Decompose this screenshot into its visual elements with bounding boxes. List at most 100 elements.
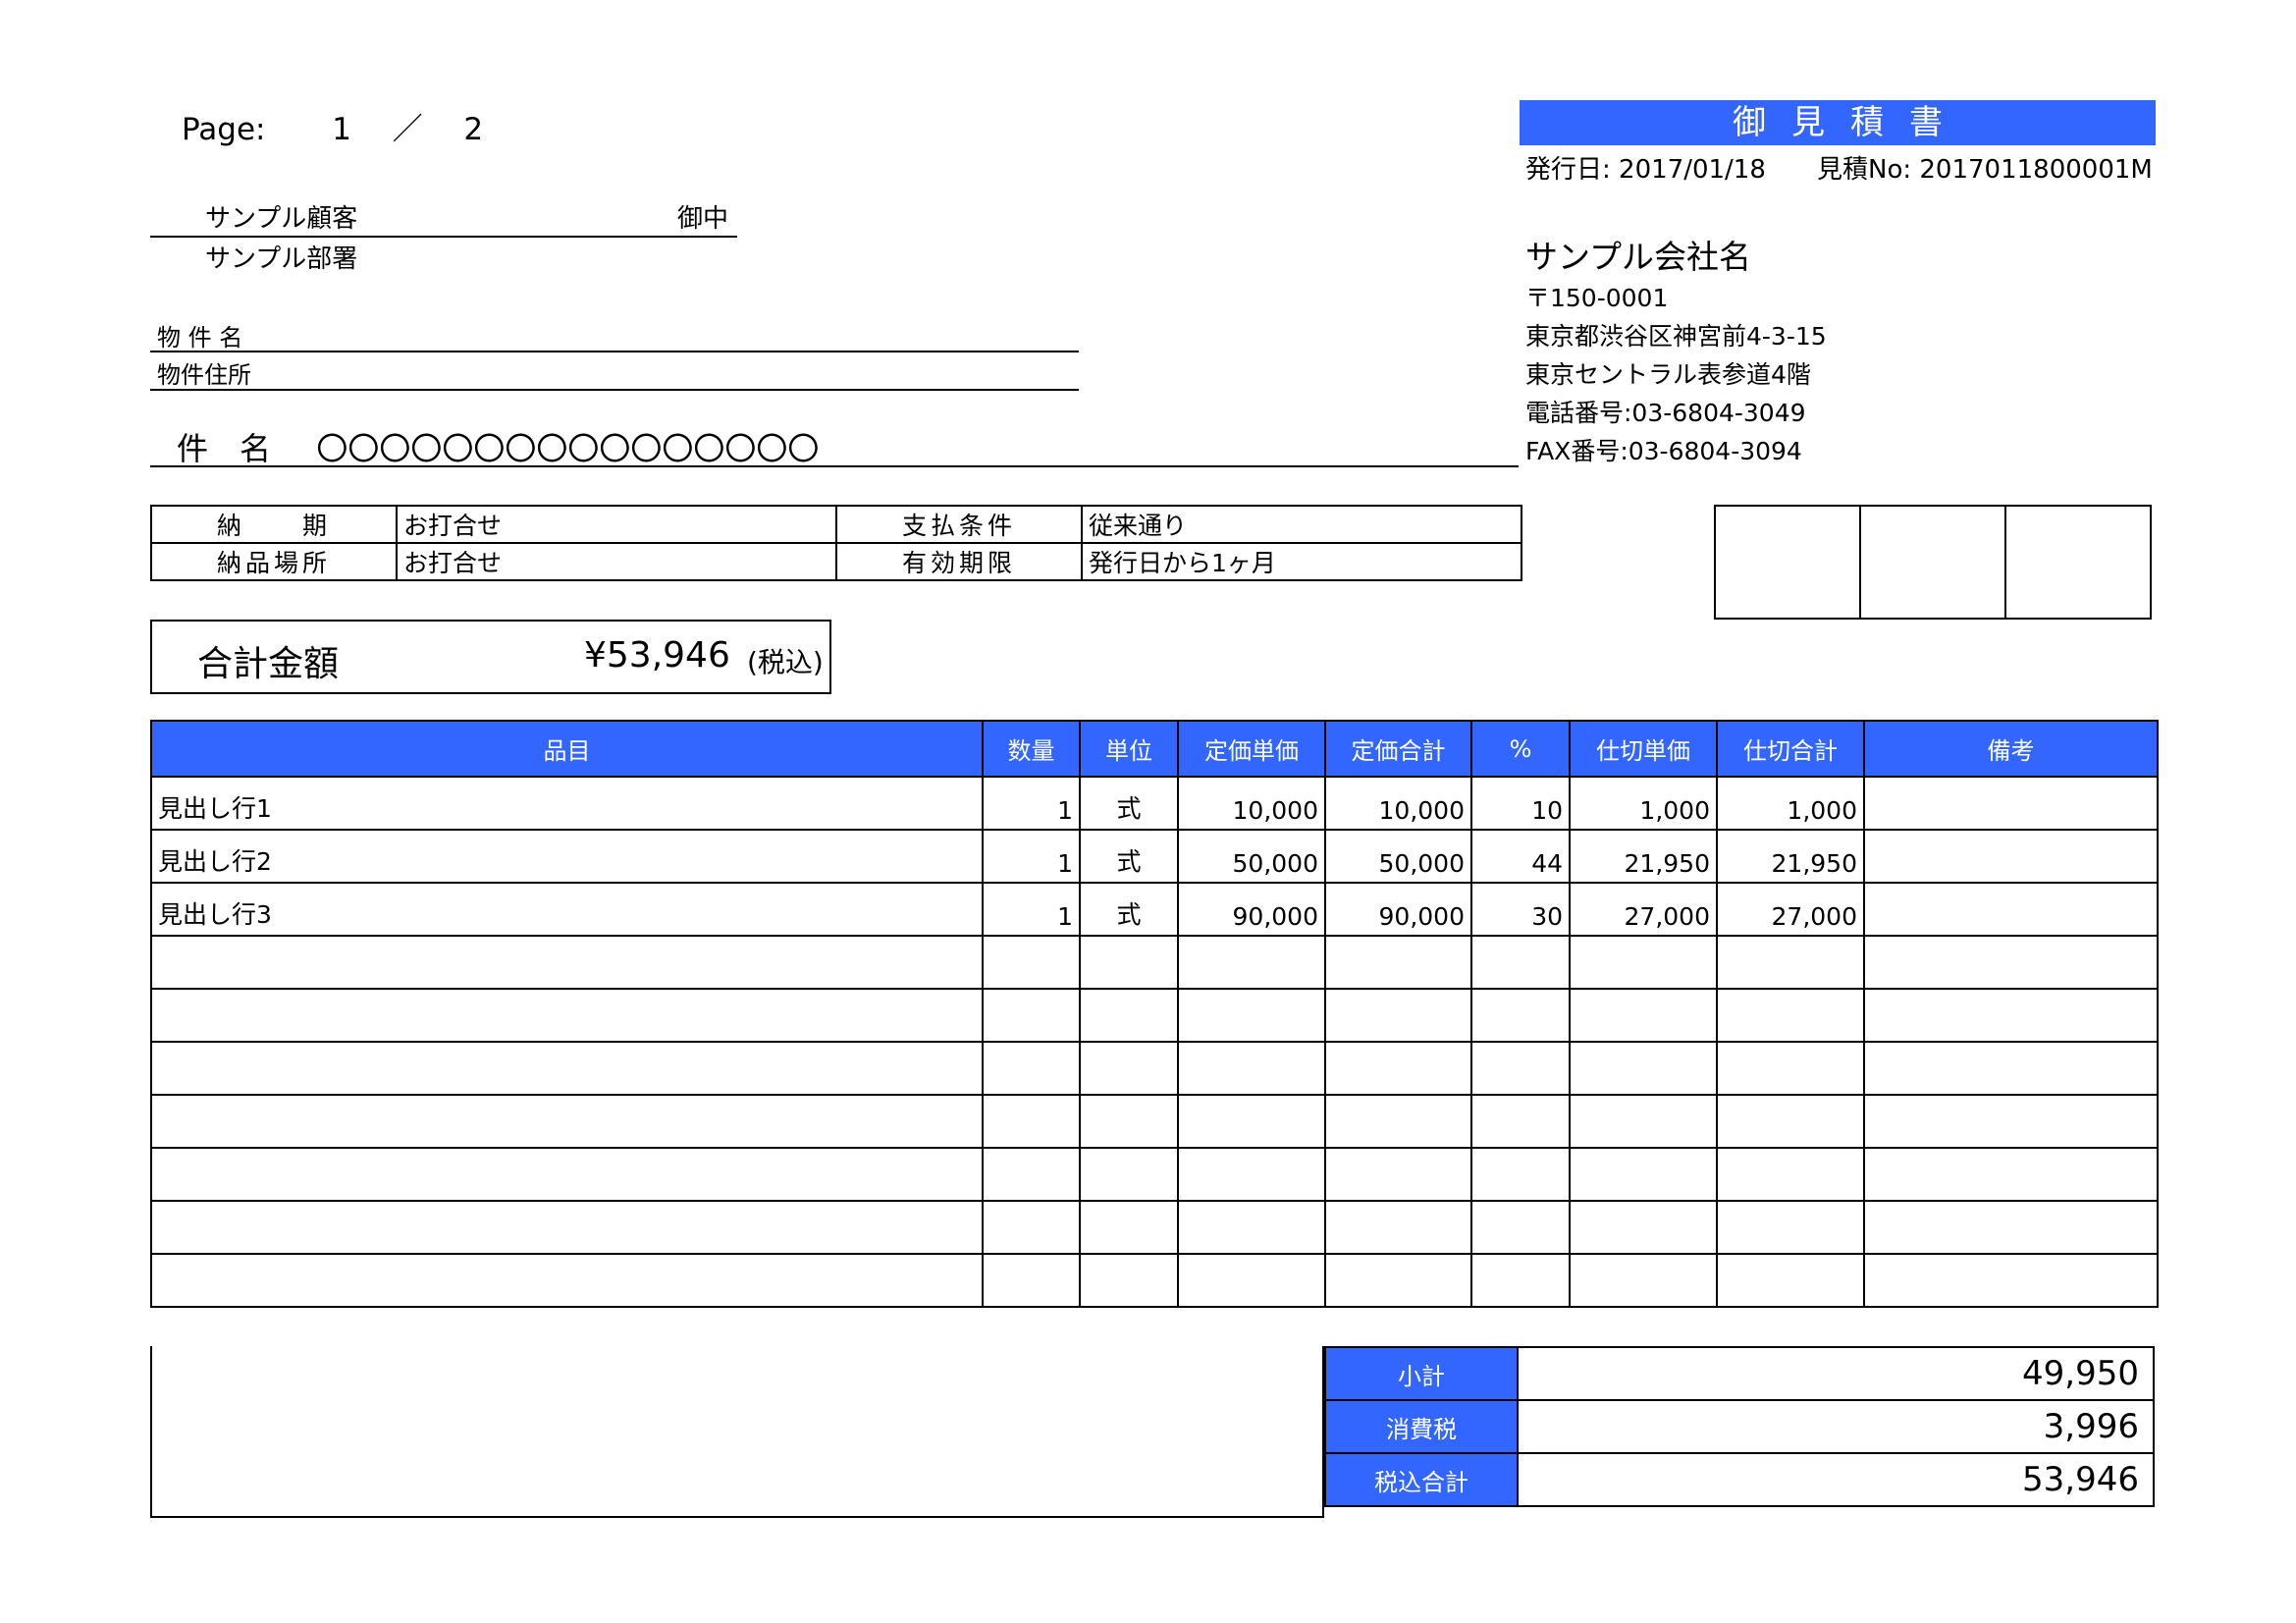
item-net-price: 21,950 [1569,829,1718,884]
table-row-empty [150,1200,2159,1255]
table-row-empty [150,935,2159,990]
page-current: 1 [332,112,351,147]
table-row-empty [150,1094,2159,1149]
column-header-item: 品目 [150,720,984,778]
validity-value: 発行日から1ヶ月 [1081,542,1522,581]
summary-table: 小計 49,950 消費税 3,996 税込合計 53,946 [1324,1346,2155,1507]
property-name-line [150,351,1079,352]
estimate-number: 見積No: 2017011800001M [1817,149,2153,186]
summary-remarks-area [150,1346,1324,1518]
customer-underline [150,236,737,238]
subtotal-label: 小計 [1324,1346,1519,1401]
property-address-label: 物件住所 [157,361,251,389]
estimate-number-label: 見積No: [1817,155,1912,185]
property-address-line [150,389,1079,391]
issue-date-value: 2017/01/18 [1619,155,1766,185]
grand-total-label: 税込合計 [1324,1452,1519,1507]
items-header-row: 品目 数量 単位 定価単価 定価合計 % 仕切単価 仕切合計 備考 [150,720,2159,778]
item-qty: 1 [982,776,1081,831]
delivery-value: お打合せ [396,505,837,544]
item-list-price: 10,000 [1177,776,1326,831]
stamp-box [1714,505,1861,620]
place-label: 納品場所 [150,542,398,581]
company-postal: 〒150-0001 [1525,284,1669,312]
item-note [1863,882,2159,937]
page-label: Page: [182,112,266,147]
company-name: サンプル会社名 [1525,238,1752,276]
item-net-total: 1,000 [1716,776,1865,831]
issue-date: 発行日: 2017/01/18 [1525,149,1766,186]
customer-department: サンプル部署 [205,244,358,274]
item-name: 見出し行3 [150,882,984,937]
item-list-total: 50,000 [1324,829,1472,884]
item-percent: 30 [1470,882,1571,937]
item-net-total: 21,950 [1716,829,1865,884]
item-unit: 式 [1079,829,1179,884]
items-table: 品目 数量 単位 定価単価 定価合計 % 仕切単価 仕切合計 備考 見出し行1 … [150,720,2159,1308]
subject-label: 件 名 [177,430,272,467]
item-qty: 1 [982,882,1081,937]
tax-value: 3,996 [1517,1399,2155,1454]
validity-label: 有効期限 [835,542,1083,581]
item-unit: 式 [1079,882,1179,937]
payment-label: 支払条件 [835,505,1083,544]
property-name-label: 物 件 名 [157,324,243,352]
item-list-total: 90,000 [1324,882,1472,937]
column-header-net-total: 仕切合計 [1716,720,1865,778]
item-name: 見出し行2 [150,829,984,884]
item-note [1863,776,2159,831]
total-amount-label: 合計金額 [197,644,340,684]
table-row-empty [150,988,2159,1043]
column-header-note: 備考 [1863,720,2159,778]
column-header-list-total: 定価合計 [1324,720,1472,778]
company-fax: FAX番号:03-6804-3094 [1525,437,1802,465]
payment-value: 従来通り [1081,505,1522,544]
place-value: お打合せ [396,542,837,581]
item-net-price: 1,000 [1569,776,1718,831]
estimate-number-value: 2017011800001M [1919,155,2153,185]
grand-total-value: 53,946 [1517,1452,2155,1507]
item-list-price: 90,000 [1177,882,1326,937]
table-row: 見出し行3 1 式 90,000 90,000 30 27,000 27,000 [150,882,2159,937]
column-header-net-price: 仕切単価 [1569,720,1718,778]
item-percent: 10 [1470,776,1571,831]
table-row: 見出し行2 1 式 50,000 50,000 44 21,950 21,950 [150,829,2159,884]
column-header-percent: % [1470,720,1571,778]
item-net-price: 27,000 [1569,882,1718,937]
total-amount-box: 合計金額 ¥53,946 (税込) [150,620,831,694]
company-address1: 東京都渋谷区神宮前4-3-15 [1525,322,1827,351]
column-header-list-price: 定価単価 [1177,720,1326,778]
stamp-boxes [1714,505,2152,620]
subject-underline [150,465,1519,467]
item-note [1863,829,2159,884]
delivery-label: 納 期 [150,505,398,544]
item-list-total: 10,000 [1324,776,1472,831]
stamp-box [2004,505,2152,620]
page-indicator: Page: 1 ／ 2 [182,104,483,148]
subtotal-value: 49,950 [1517,1346,2155,1401]
subtotal-row: 小計 49,950 [1324,1346,2155,1401]
item-net-total: 27,000 [1716,882,1865,937]
document-title: 御見積書 [1520,100,2156,145]
tax-row: 消費税 3,996 [1324,1399,2155,1454]
table-row-empty [150,1253,2159,1308]
stamp-box [1859,505,2006,620]
customer-name: サンプル顧客 [205,204,358,234]
page-separator: ／ [392,112,423,147]
company-phone: 電話番号:03-6804-3049 [1525,399,1806,427]
table-row-empty [150,1041,2159,1096]
column-header-qty: 数量 [982,720,1081,778]
company-address2: 東京セントラル表参道4階 [1525,360,1811,389]
total-amount-value: ¥53,946 [584,635,730,676]
customer-honorific: 御中 [677,204,729,234]
column-header-unit: 単位 [1079,720,1179,778]
subject: 件 名 〇〇〇〇〇〇〇〇〇〇〇〇〇〇〇〇 [177,424,819,469]
table-row: 見出し行1 1 式 10,000 10,000 10 1,000 1,000 [150,776,2159,831]
item-qty: 1 [982,829,1081,884]
item-percent: 44 [1470,829,1571,884]
item-unit: 式 [1079,776,1179,831]
terms-table: 納 期 お打合せ 支払条件 従来通り 納品場所 お打合せ 有効期限 発行日から1… [150,505,1522,581]
grand-total-row: 税込合計 53,946 [1324,1452,2155,1507]
item-list-price: 50,000 [1177,829,1326,884]
table-row-empty [150,1147,2159,1202]
